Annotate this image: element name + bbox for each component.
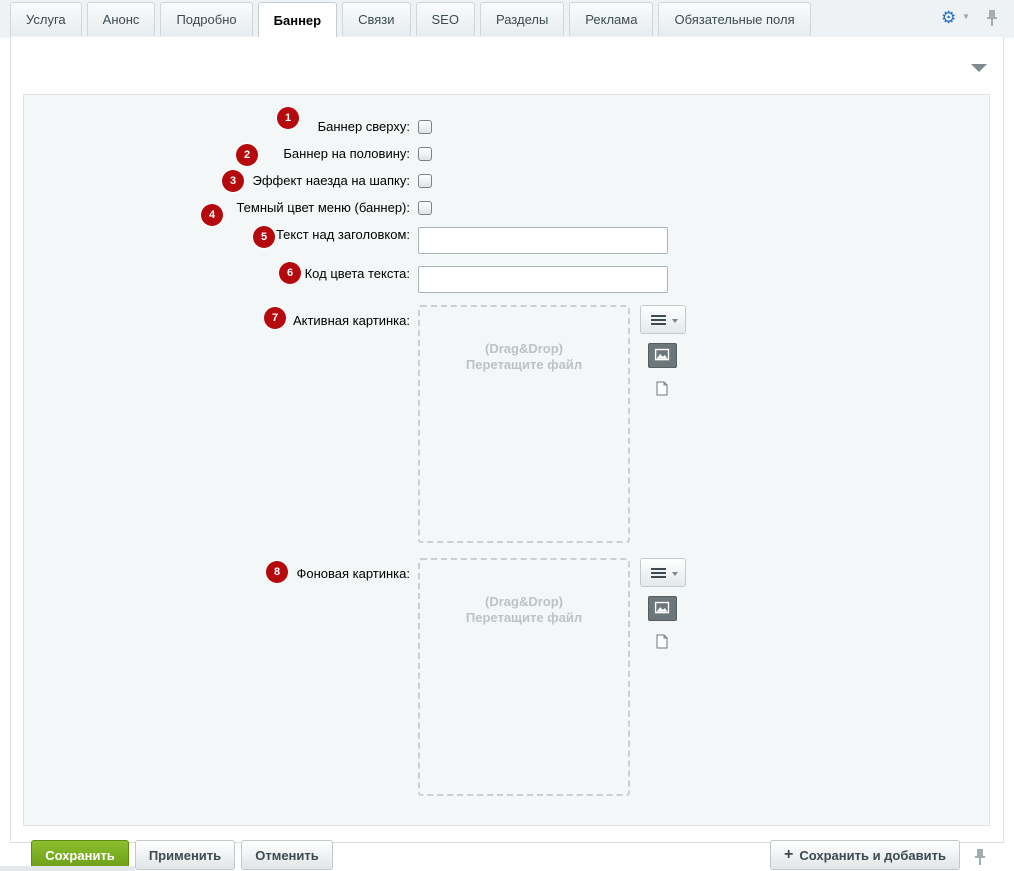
dropzone-hint-line2: Перетащите файл [465,357,583,372]
dark-menu-checkbox[interactable] [418,201,432,215]
tab-podrobno[interactable]: Подробно [160,2,253,36]
file-icon[interactable] [656,634,668,649]
dropzone-hint-line2: Перетащите файл [465,610,583,625]
annotation-badge-1: 1 [277,107,299,129]
background-image-medialib-button[interactable] [648,596,677,621]
pin-icon[interactable] [985,9,999,27]
cancel-button[interactable]: Отменить [241,840,333,870]
field-label-text-color: Код цвета текста: [304,266,410,281]
field-label-banner-top: Баннер сверху: [317,119,410,134]
annotation-badge-8: 8 [266,561,288,583]
field-label-text-above-title: Текст над заголовком: [275,227,410,242]
field-label-active-image: Активная картинка: [292,313,410,328]
file-icon[interactable] [656,381,668,396]
dropzone-hint-line1: (Drag&Drop) [485,341,563,356]
annotation-badge-3: 3 [222,170,244,192]
chevron-down-icon [672,319,678,323]
hamburger-icon [651,315,666,325]
tab-anons[interactable]: Анонс [86,2,156,36]
chevron-down-icon[interactable]: ▼ [962,13,970,21]
active-image-menu-button[interactable] [640,305,686,334]
annotation-badge-6: 6 [279,262,301,284]
footer-edge [0,866,135,871]
text-above-title-input[interactable] [418,227,668,254]
banner-half-checkbox[interactable] [418,147,432,161]
tab-seo[interactable]: SEO [415,2,475,36]
tab-required-fields[interactable]: Обязательные поля [658,2,811,36]
tabs: Услуга Анонс Подробно Баннер Связи SEO Р… [10,2,816,38]
tab-razdely[interactable]: Разделы [479,2,565,36]
image-icon [654,348,670,361]
field-label-banner-half: Баннер на половину: [283,146,410,161]
form-actions-bar: Сохранить Применить Отменить + Сохранить… [0,836,1014,871]
dropzone-hint-line1: (Drag&Drop) [485,594,563,609]
image-icon [654,601,670,614]
annotation-badge-7: 7 [264,307,286,329]
tab-banner[interactable]: Баннер [257,2,338,38]
triangle-down-icon[interactable] [971,64,987,72]
dropzone-hint: (Drag&Drop) Перетащите файл [420,341,628,373]
active-image-medialib-button[interactable] [648,343,677,368]
dropzone-hint: (Drag&Drop) Перетащите файл [420,594,628,626]
tab-svyazi[interactable]: Связи [342,2,411,36]
pin-icon[interactable] [973,848,987,866]
field-label-background-image: Фоновая картинка: [296,566,410,581]
background-image-menu-button[interactable] [640,558,686,587]
hamburger-icon [651,568,666,578]
save-and-add-label: Сохранить и добавить [799,847,946,863]
save-and-add-button[interactable]: + Сохранить и добавить [770,840,960,870]
plus-icon: + [784,846,794,863]
chevron-down-icon [672,572,678,576]
gear-icon[interactable]: ⚙ [941,9,961,27]
text-color-input[interactable] [418,266,668,293]
active-image-dropzone[interactable]: (Drag&Drop) Перетащите файл [418,305,630,543]
tab-usluga[interactable]: Услуга [10,2,82,36]
annotation-badge-4: 4 [201,204,223,226]
field-label-dark-menu: Темный цвет меню (баннер): [236,200,410,215]
tab-reklama[interactable]: Реклама [569,2,654,36]
background-image-dropzone[interactable]: (Drag&Drop) Перетащите файл [418,558,630,796]
annotation-badge-5: 5 [253,226,275,248]
tab-bar: Услуга Анонс Подробно Баннер Связи SEO Р… [0,0,1014,38]
field-label-header-overlap: Эффект наезда на шапку: [252,173,411,188]
banner-top-checkbox[interactable] [418,120,432,134]
apply-button[interactable]: Применить [135,840,235,870]
annotation-badge-2: 2 [236,144,258,166]
header-overlap-checkbox[interactable] [418,174,432,188]
